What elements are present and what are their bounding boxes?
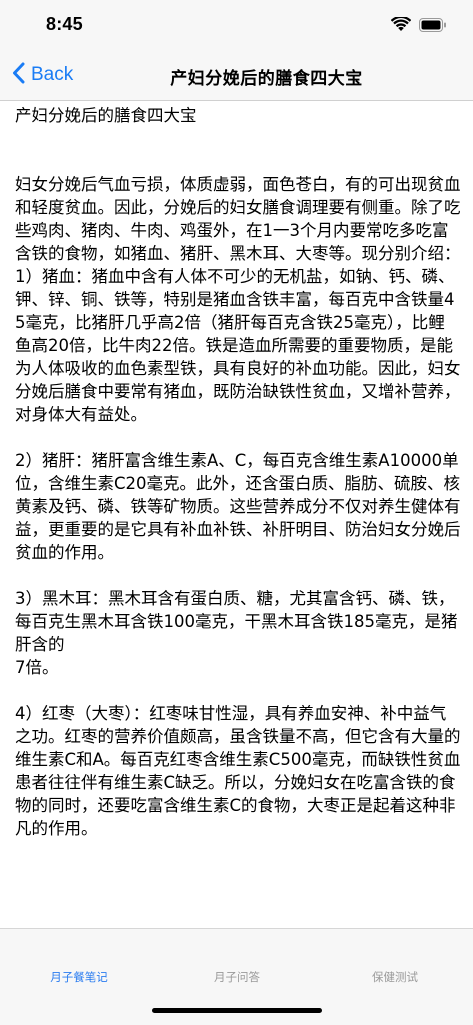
status-time: 8:45 bbox=[46, 14, 83, 34]
battery-icon bbox=[419, 17, 447, 36]
back-button[interactable]: Back bbox=[12, 62, 73, 88]
chevron-left-icon bbox=[12, 62, 25, 88]
tab-postpartum-meal-notes[interactable]: 月子餐笔记 bbox=[0, 969, 158, 985]
navigation-bar: Back 产妇分娩后的膳食四大宝 bbox=[0, 50, 473, 101]
wifi-icon bbox=[390, 15, 412, 36]
back-label: Back bbox=[31, 64, 74, 85]
status-icons bbox=[390, 15, 447, 36]
tab-health-test[interactable]: 保健测试 bbox=[316, 969, 473, 985]
page-title: 产妇分娩后的膳食四大宝 bbox=[170, 69, 363, 89]
home-indicator bbox=[152, 1008, 322, 1013]
article-text: 产妇分娩后的膳食四大宝 妇女分娩后气血亏损，体质虚弱，面色苍白，有的可出现贫血和… bbox=[15, 106, 461, 838]
status-bar: 8:45 bbox=[0, 0, 473, 50]
tab-postpartum-qa[interactable]: 月子问答 bbox=[158, 969, 316, 985]
